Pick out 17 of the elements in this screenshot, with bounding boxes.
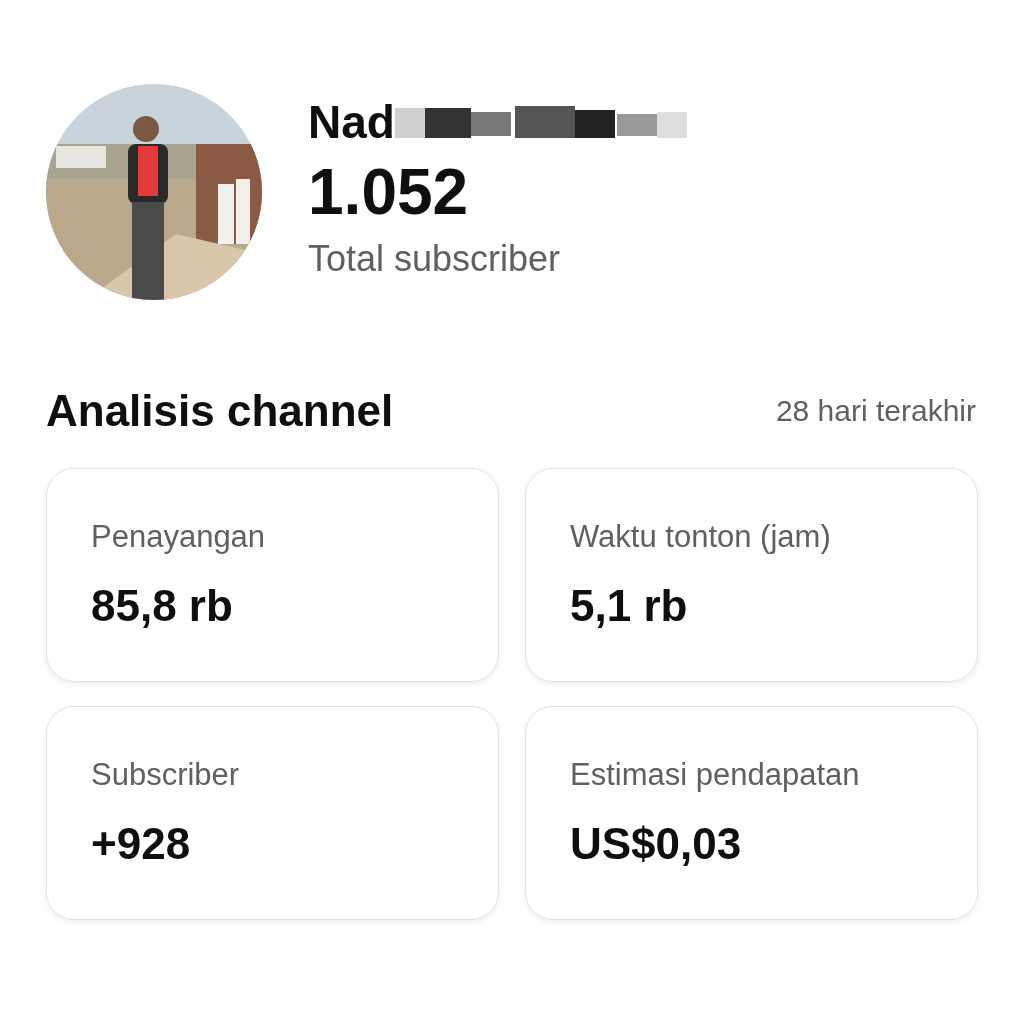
subscriber-label: Total subscriber xyxy=(308,237,562,281)
stat-value: +928 xyxy=(91,819,192,869)
stat-label: Subscriber xyxy=(91,757,241,793)
stat-value: 5,1 rb xyxy=(570,581,689,631)
period-label: 28 hari terakhir xyxy=(775,394,977,428)
stat-card[interactable]: Waktu tonton (jam) 5,1 rb xyxy=(525,468,978,682)
stat-value: US$0,03 xyxy=(570,819,743,869)
channel-name: Nad xyxy=(308,95,395,150)
stat-card[interactable]: Estimasi pendapatan US$0,03 xyxy=(525,706,978,920)
stat-value: 85,8 rb xyxy=(91,581,234,631)
stat-card[interactable]: Subscriber +928 xyxy=(46,706,499,920)
stat-label: Penayangan xyxy=(91,519,267,555)
subscriber-count: 1.052 xyxy=(308,155,470,230)
stat-card[interactable]: Penayangan 85,8 rb xyxy=(46,468,499,682)
stat-label: Waktu tonton (jam) xyxy=(570,519,832,555)
section-title: Analisis channel xyxy=(46,386,394,436)
stat-label: Estimasi pendapatan xyxy=(570,757,861,793)
